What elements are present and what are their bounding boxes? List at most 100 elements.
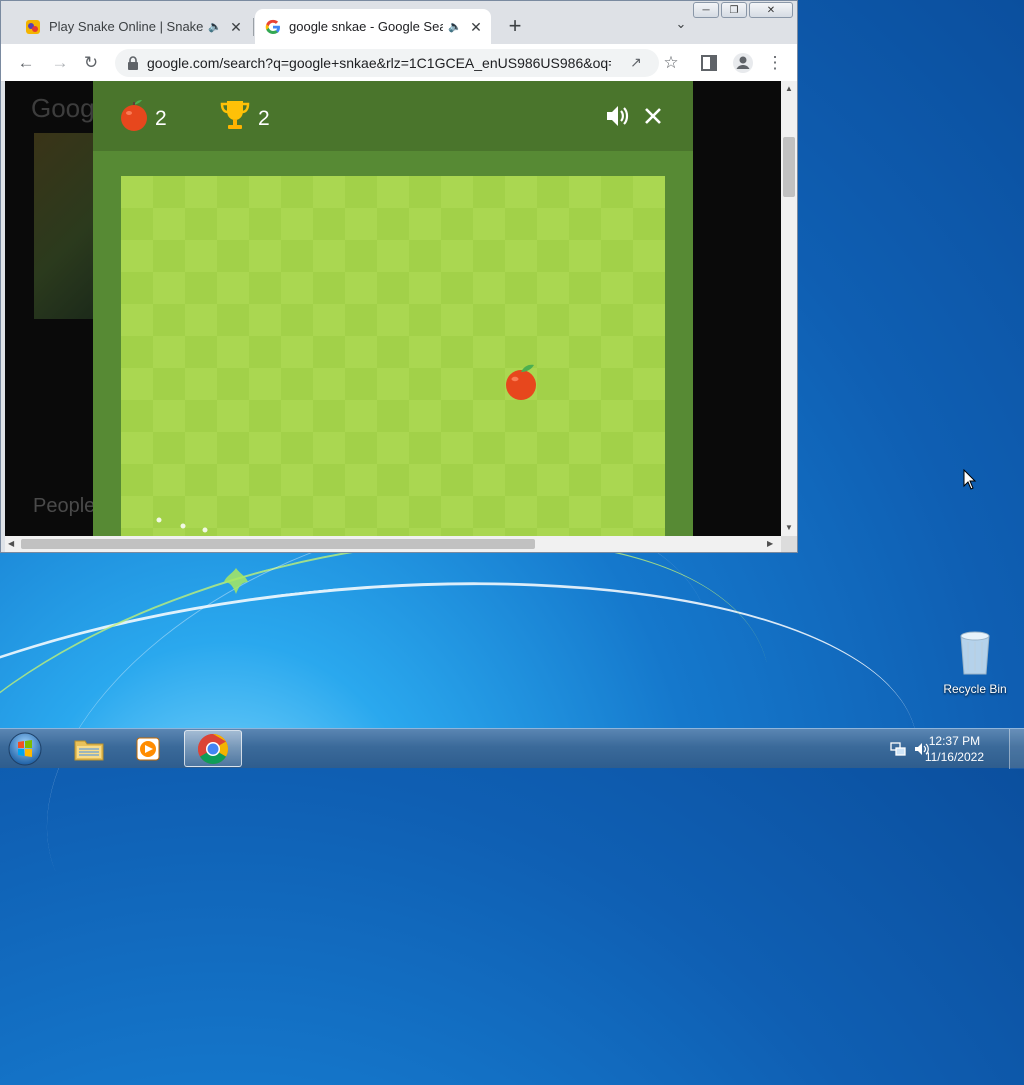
taskbar-chrome[interactable] bbox=[184, 730, 242, 767]
taskbar: 12:37 PM 11/16/2022 bbox=[0, 728, 1024, 769]
board-tile bbox=[185, 304, 217, 336]
board-tile bbox=[313, 464, 345, 496]
minimize-button[interactable]: ─ bbox=[693, 2, 719, 18]
apple-score: 2 bbox=[155, 107, 167, 130]
scroll-right-arrow-icon[interactable]: ▶ bbox=[767, 539, 773, 549]
system-clock[interactable]: 12:37 PM 11/16/2022 bbox=[925, 733, 984, 765]
scroll-down-arrow-icon[interactable]: ▼ bbox=[785, 523, 793, 533]
board-tile bbox=[601, 240, 633, 272]
board-tile bbox=[217, 272, 249, 304]
board-tile bbox=[601, 304, 633, 336]
desktop-icon-recycle-bin[interactable]: Recycle Bin bbox=[940, 628, 1010, 696]
tab-google-search[interactable]: google snkae - Google Searc 🔈 ✕ bbox=[255, 9, 491, 44]
back-arrow-icon[interactable]: ← bbox=[15, 52, 37, 74]
sparkle-icon bbox=[156, 517, 162, 523]
board-tile bbox=[441, 368, 473, 400]
sound-icon[interactable] bbox=[603, 102, 631, 130]
board-tile bbox=[313, 336, 345, 368]
board-tile bbox=[601, 496, 633, 528]
chevron-down-icon[interactable]: ⌄ bbox=[671, 16, 691, 36]
game-header: 2 2 bbox=[93, 81, 693, 151]
network-icon[interactable] bbox=[890, 741, 906, 757]
board-tile bbox=[473, 304, 505, 336]
side-panel-icon[interactable] bbox=[699, 53, 719, 73]
board-tile bbox=[313, 272, 345, 304]
board-tile bbox=[313, 368, 345, 400]
board-tile bbox=[313, 208, 345, 240]
vertical-scrollbar[interactable]: ▲ ▼ bbox=[781, 81, 797, 536]
board-tile bbox=[441, 528, 473, 536]
board-tile bbox=[473, 432, 505, 464]
board-tile bbox=[185, 464, 217, 496]
board-tile bbox=[569, 464, 601, 496]
board-tile bbox=[633, 240, 665, 272]
board-tile bbox=[345, 208, 377, 240]
board-tile bbox=[537, 208, 569, 240]
game-board[interactable] bbox=[121, 176, 665, 536]
board-tile bbox=[601, 464, 633, 496]
board-tile bbox=[281, 464, 313, 496]
board-tile bbox=[505, 240, 537, 272]
speaker-icon[interactable]: 🔈 bbox=[447, 20, 463, 33]
close-tab-icon[interactable]: ✕ bbox=[467, 18, 485, 36]
board-tile bbox=[121, 400, 153, 432]
forward-arrow-icon[interactable]: → bbox=[49, 52, 71, 74]
tab-snake-io[interactable]: Play Snake Online | Snake.io 🔈 ✕ bbox=[15, 9, 251, 44]
board-tile bbox=[345, 304, 377, 336]
page-content: Goog People 2 2 bbox=[5, 81, 781, 536]
board-tile bbox=[537, 400, 569, 432]
board-tile bbox=[313, 304, 345, 336]
scrollbar-thumb[interactable] bbox=[21, 539, 535, 549]
url-text[interactable]: google.com/search?q=google+snkae&rlz=1C1… bbox=[147, 55, 611, 71]
board-tile bbox=[217, 176, 249, 208]
board-tile bbox=[505, 272, 537, 304]
board-tile bbox=[441, 304, 473, 336]
scrollbar-thumb[interactable] bbox=[783, 137, 795, 197]
bookmark-star-icon[interactable]: ☆ bbox=[660, 52, 682, 74]
menu-kebab-icon[interactable]: ⋮ bbox=[764, 52, 786, 74]
close-window-button[interactable]: ✕ bbox=[749, 2, 793, 18]
board-tile bbox=[217, 496, 249, 528]
board-tile bbox=[281, 336, 313, 368]
maximize-button[interactable]: ❐ bbox=[721, 2, 747, 18]
taskbar-file-explorer[interactable] bbox=[60, 730, 118, 767]
board-tile bbox=[121, 208, 153, 240]
close-icon[interactable] bbox=[639, 102, 667, 130]
board-tile bbox=[377, 240, 409, 272]
board-tile bbox=[313, 240, 345, 272]
speaker-icon[interactable]: 🔈 bbox=[207, 20, 223, 33]
share-icon[interactable]: ↗ bbox=[627, 54, 645, 72]
tab-title: google snkae - Google Searc bbox=[289, 19, 443, 34]
reload-icon[interactable]: ↻ bbox=[80, 52, 102, 74]
tab-divider bbox=[253, 18, 254, 36]
board-tile bbox=[409, 208, 441, 240]
new-tab-button[interactable]: + bbox=[503, 14, 527, 38]
board-tile bbox=[569, 528, 601, 536]
trophy-icon bbox=[220, 101, 250, 129]
board-tile bbox=[121, 304, 153, 336]
board-tile bbox=[249, 432, 281, 464]
profile-avatar-icon[interactable] bbox=[732, 52, 754, 74]
game-board-grid bbox=[121, 176, 665, 536]
board-tile bbox=[473, 272, 505, 304]
board-tile bbox=[345, 464, 377, 496]
show-desktop-button[interactable] bbox=[1009, 729, 1024, 769]
board-tile bbox=[633, 400, 665, 432]
board-tile bbox=[345, 496, 377, 528]
close-tab-icon[interactable]: ✕ bbox=[227, 18, 245, 36]
windows-orb-icon[interactable] bbox=[6, 731, 44, 767]
horizontal-scrollbar[interactable]: ◀ ▶ bbox=[5, 536, 781, 552]
board-tile bbox=[569, 368, 601, 400]
scroll-left-arrow-icon[interactable]: ◀ bbox=[8, 539, 14, 549]
address-bar[interactable]: google.com/search?q=google+snkae&rlz=1C1… bbox=[115, 49, 659, 77]
board-tile bbox=[601, 208, 633, 240]
window-controls: ─ ❐ ✕ bbox=[691, 2, 793, 18]
clock-time: 12:37 PM bbox=[928, 734, 981, 748]
folder-icon bbox=[74, 740, 104, 760]
board-tile bbox=[121, 528, 153, 536]
board-tile bbox=[537, 336, 569, 368]
board-tile bbox=[569, 176, 601, 208]
taskbar-media-player[interactable] bbox=[120, 730, 178, 767]
board-tile bbox=[473, 368, 505, 400]
scroll-up-arrow-icon[interactable]: ▲ bbox=[785, 84, 793, 94]
